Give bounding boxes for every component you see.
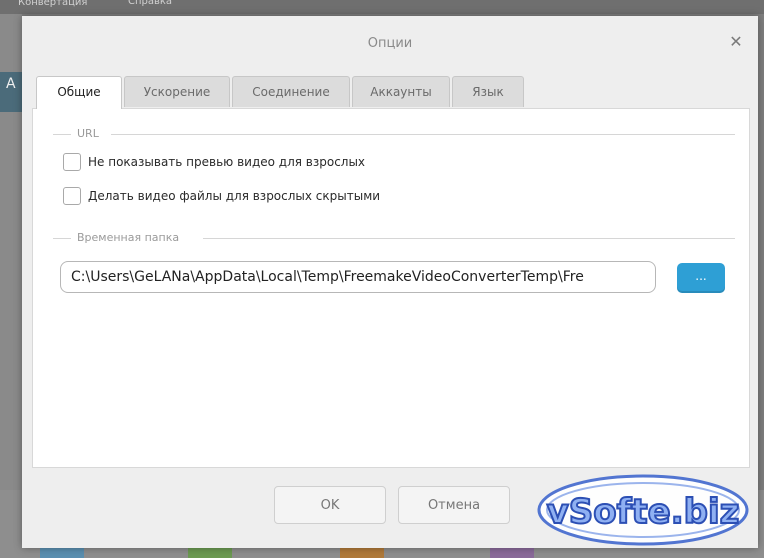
temp-folder-section-label: Временная папка (77, 231, 180, 244)
background-app-left: А (0, 14, 22, 558)
section-divider (111, 134, 735, 135)
watermark-logo: vSofte.biz (537, 474, 749, 546)
section-divider (53, 238, 71, 239)
section-divider (203, 238, 735, 239)
background-letter: А (6, 76, 16, 92)
tab-accounts[interactable]: Аккаунты (352, 76, 450, 107)
checkbox-box[interactable] (63, 187, 81, 205)
tab-language[interactable]: Язык (452, 76, 524, 107)
tab-acceleration[interactable]: Ускорение (124, 76, 230, 107)
background-menu-item[interactable]: Конвертация (18, 0, 87, 9)
background-menubar: Конвертация Справка (0, 0, 764, 14)
background-menu-item[interactable]: Справка (128, 0, 172, 8)
dialog-title: Опции (367, 36, 413, 51)
tab-general[interactable]: Общие (36, 76, 122, 109)
section-divider (53, 134, 71, 135)
temp-folder-path-field[interactable]: C:\Users\GeLANa\AppData\Local\Temp\Freem… (60, 261, 656, 293)
close-icon[interactable]: ✕ (728, 34, 744, 50)
watermark-text: vSofte.biz (547, 492, 740, 532)
url-section-label: URL (77, 127, 99, 140)
url-section-header: URL (53, 127, 735, 141)
temp-folder-section-header: Временная папка (53, 231, 735, 245)
browse-button[interactable]: ... (677, 263, 725, 293)
checkbox-label: Не показывать превью видео для взрослых (88, 155, 366, 169)
checkbox-label: Делать видео файлы для взрослых скрытыми (88, 189, 381, 203)
tab-connection[interactable]: Соединение (232, 76, 350, 107)
ok-button[interactable]: OK (274, 486, 386, 524)
checkbox-box[interactable] (63, 153, 81, 171)
general-tab-panel: URL Не показывать превью видео для взрос… (32, 108, 750, 468)
cancel-button[interactable]: Отмена (398, 486, 510, 524)
